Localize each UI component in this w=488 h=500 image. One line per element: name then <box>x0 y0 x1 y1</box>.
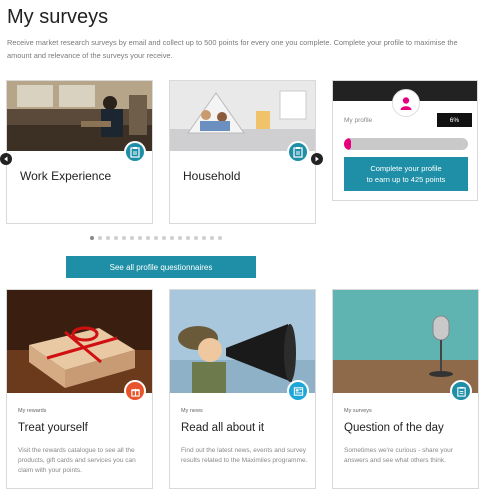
user-icon <box>392 89 420 117</box>
question-of-day-card[interactable]: My surveys Question of the day Sometimes… <box>332 289 479 489</box>
chevron-left-icon <box>4 156 8 162</box>
pagination-dot[interactable] <box>194 236 198 240</box>
pagination-dot[interactable] <box>114 236 118 240</box>
household-image <box>170 81 315 151</box>
profile-progress-fill <box>344 138 352 150</box>
pagination-dot[interactable] <box>138 236 142 240</box>
microphone-image <box>333 290 478 393</box>
profile-progress-bar <box>344 138 468 150</box>
profile-card-work-experience[interactable]: Work Experience <box>6 80 153 224</box>
profile-label: My profile <box>344 117 373 124</box>
newspaper-icon <box>287 380 309 402</box>
card-description: Visit the rewards catalogue to see all t… <box>18 447 136 474</box>
card-description: Find out the latest news, events and sur… <box>181 447 308 464</box>
card-description: Sometimes we're curious - share your ans… <box>344 447 453 464</box>
pagination-dot[interactable] <box>202 236 206 240</box>
card-label: Work Experience <box>20 169 112 183</box>
intro-text: Receive market research surveys by email… <box>7 38 458 60</box>
card-title: Question of the day <box>344 422 444 434</box>
profile-completion-widget: My profile 6% Complete your profile to e… <box>332 80 478 201</box>
pagination-dot[interactable] <box>218 236 222 240</box>
pagination-dot[interactable] <box>106 236 110 240</box>
card-title: Read all about it <box>181 422 265 434</box>
see-all-questionnaires-button[interactable]: See all profile questionnaires <box>66 256 256 278</box>
card-category: My news <box>181 408 203 414</box>
profile-percent-badge: 6% <box>437 113 472 127</box>
clipboard-icon <box>124 141 146 163</box>
card-category: My rewards <box>18 408 47 414</box>
pagination-dot[interactable] <box>162 236 166 240</box>
pagination-dot[interactable] <box>122 236 126 240</box>
cta-line-1: Complete your profile <box>370 164 442 173</box>
carousel-prev-button[interactable] <box>0 153 12 165</box>
profile-card-household[interactable]: Household <box>169 80 316 224</box>
page-title: My surveys <box>7 6 109 28</box>
cta-line-2: to earn up to 425 points <box>366 175 446 184</box>
work-experience-image <box>7 81 152 151</box>
card-title: Treat yourself <box>18 422 88 434</box>
pagination-dot[interactable] <box>210 236 214 240</box>
gift-image <box>7 290 152 393</box>
pagination-dot[interactable] <box>178 236 182 240</box>
news-card[interactable]: My news Read all about it Find out the l… <box>169 289 316 489</box>
carousel-next-button[interactable] <box>311 153 323 165</box>
rewards-card[interactable]: My rewards Treat yourself Visit the rewa… <box>6 289 153 489</box>
megaphone-image <box>170 290 315 393</box>
pagination-dot[interactable] <box>186 236 190 240</box>
pagination-dot[interactable] <box>154 236 158 240</box>
pagination-dot[interactable] <box>130 236 134 240</box>
complete-profile-button[interactable]: Complete your profile to earn up to 425 … <box>344 157 468 191</box>
pagination-dot[interactable] <box>90 236 94 240</box>
card-label: Household <box>183 169 241 183</box>
chevron-right-icon <box>315 156 319 162</box>
gift-icon <box>124 380 146 402</box>
card-category: My surveys <box>344 408 372 414</box>
pagination-dot[interactable] <box>146 236 150 240</box>
clipboard-icon <box>450 380 472 402</box>
pagination-dot[interactable] <box>170 236 174 240</box>
pagination-dot[interactable] <box>98 236 102 240</box>
carousel-pagination <box>90 236 222 240</box>
clipboard-icon <box>287 141 309 163</box>
